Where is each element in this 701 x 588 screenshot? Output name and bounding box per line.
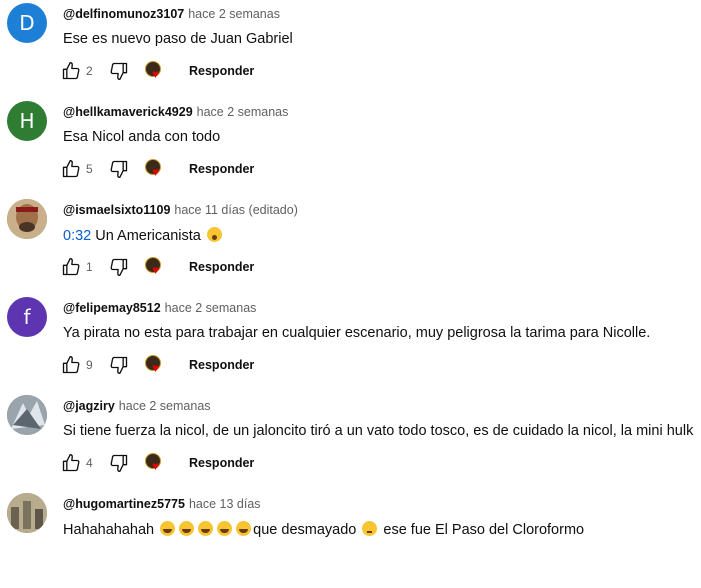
comment-actions: 4 ♥ Responder [60,451,254,475]
thumbs-up-icon [62,454,80,472]
heart-icon: ♥ [152,361,160,375]
like-count: 5 [86,162,93,176]
comment-text: Hahahahahah que desmayado ese fue El Pas… [63,521,584,538]
comment-time[interactable]: hace 2 semanas [165,301,257,315]
comment-header: @hugomartinez5775 hace 13 días [63,497,261,511]
like-button[interactable] [60,256,82,278]
timestamp-link[interactable]: 0:32 [63,228,91,244]
comment-header: @delfinomunoz3107 hace 2 semanas [63,7,280,21]
comment-text-part: ese fue El Paso del Cloroformo [379,522,585,538]
like-button[interactable] [60,354,82,376]
heart-icon: ♥ [152,263,160,277]
creator-heart-badge: ♥ [144,60,166,82]
comment-header: @jagziry hace 2 semanas [63,399,211,413]
user-photo-icon [7,395,47,435]
like-button[interactable] [60,158,82,180]
like-count: 2 [86,64,93,78]
like-count: 1 [86,260,93,274]
creator-heart-badge: ♥ [144,158,166,180]
thumbs-down-icon [110,258,128,276]
comment-text: Si tiene fuerza la nicol, de un jaloncit… [63,423,694,439]
dislike-button[interactable] [108,60,130,82]
flushed-emoji-icon [362,521,378,536]
user-photo-icon [7,493,47,533]
heart-icon: ♥ [152,67,160,81]
comment-item: H @hellkamaverick4929 hace 2 semanas Esa … [0,98,701,196]
comment-text: 0:32 Un Americanista [63,227,224,244]
comment-text: Ya pirata no esta para trabajar en cualq… [63,325,651,341]
creator-heart-badge: ♥ [144,452,166,474]
comment-text-part: Hahahahahah [63,522,159,538]
comment-header: @ismaelsixto1109 hace 11 días (editado) [63,203,298,217]
thumbs-down-icon [110,356,128,374]
comment-username[interactable]: @hugomartinez5775 [63,497,185,511]
comment-time[interactable]: hace 2 semanas [119,399,211,413]
thumbs-down-icon [110,62,128,81]
comment-time[interactable]: hace 2 semanas [188,7,280,21]
laughing-emoji-icon [236,521,252,536]
thumbs-up-icon [62,258,80,276]
comment-text: Ese es nuevo paso de Juan Gabriel [63,31,293,47]
comment-item: f @felipemay8512 hace 2 semanas Ya pirata… [0,294,701,392]
thumbs-up-icon [62,62,80,80]
heart-icon: ♥ [152,165,160,179]
comment-item: @hugomartinez5775 hace 13 días Hahahahaha… [0,490,701,588]
comment-time[interactable]: hace 11 días (editado) [174,203,297,217]
comment-username[interactable]: @felipemay8512 [63,301,161,315]
grin-emoji-icon [160,521,176,536]
comment-text-body: Un Americanista [91,228,205,244]
thumbs-up-icon [62,356,80,374]
comment-item: @ismaelsixto1109 hace 11 días (editado) 0… [0,196,701,294]
avatar[interactable] [7,493,47,533]
comment-actions: 9 ♥ Responder [60,353,254,377]
reply-button[interactable]: Responder [189,358,254,372]
comment-username[interactable]: @ismaelsixto1109 [63,203,170,217]
like-count: 4 [86,456,93,470]
comment-username[interactable]: @hellkamaverick4929 [63,105,193,119]
laughing-emoji-icon [179,521,195,536]
avatar[interactable] [7,395,47,435]
user-photo-icon [7,199,47,239]
reply-button[interactable]: Responder [189,162,254,176]
reply-button[interactable]: Responder [189,456,254,470]
avatar[interactable] [7,199,47,239]
dislike-button[interactable] [108,256,130,278]
avatar[interactable]: D [7,3,47,43]
comment-username[interactable]: @jagziry [63,399,115,413]
comment-actions: 5 ♥ Responder [60,157,254,181]
laughing-emoji-icon [198,521,214,536]
comment-time[interactable]: hace 13 días [189,497,261,511]
avatar[interactable]: f [7,297,47,337]
like-button[interactable] [60,452,82,474]
comment-time[interactable]: hace 2 semanas [197,105,289,119]
like-count: 9 [86,358,93,372]
comment-username[interactable]: @delfinomunoz3107 [63,7,184,21]
comment-header: @hellkamaverick4929 hace 2 semanas [63,105,288,119]
comment-header: @felipemay8512 hace 2 semanas [63,301,256,315]
creator-heart-badge: ♥ [144,354,166,376]
astonished-emoji-icon [206,227,222,242]
thumbs-up-icon [62,160,80,178]
comment-item: D @delfinomunoz3107 hace 2 semanas Ese es… [0,0,701,98]
thumbs-down-icon [110,454,128,472]
like-button[interactable] [60,60,82,82]
comment-actions: 1 ♥ Responder [60,255,254,279]
laughing-emoji-icon [217,521,233,536]
dislike-button[interactable] [108,354,130,376]
thumbs-down-icon [110,160,128,178]
comment-text: Esa Nicol anda con todo [63,129,221,145]
avatar[interactable]: H [7,101,47,141]
dislike-button[interactable] [108,158,130,180]
comment-item: @jagziry hace 2 semanas Si tiene fuerza l… [0,392,701,490]
comment-text-part: que desmayado [253,522,361,538]
comment-actions: 2 ♥ Responder [60,59,254,83]
dislike-button[interactable] [108,452,130,474]
reply-button[interactable]: Responder [189,64,254,78]
creator-heart-badge: ♥ [144,256,166,278]
reply-button[interactable]: Responder [189,260,254,274]
heart-icon: ♥ [152,459,160,473]
